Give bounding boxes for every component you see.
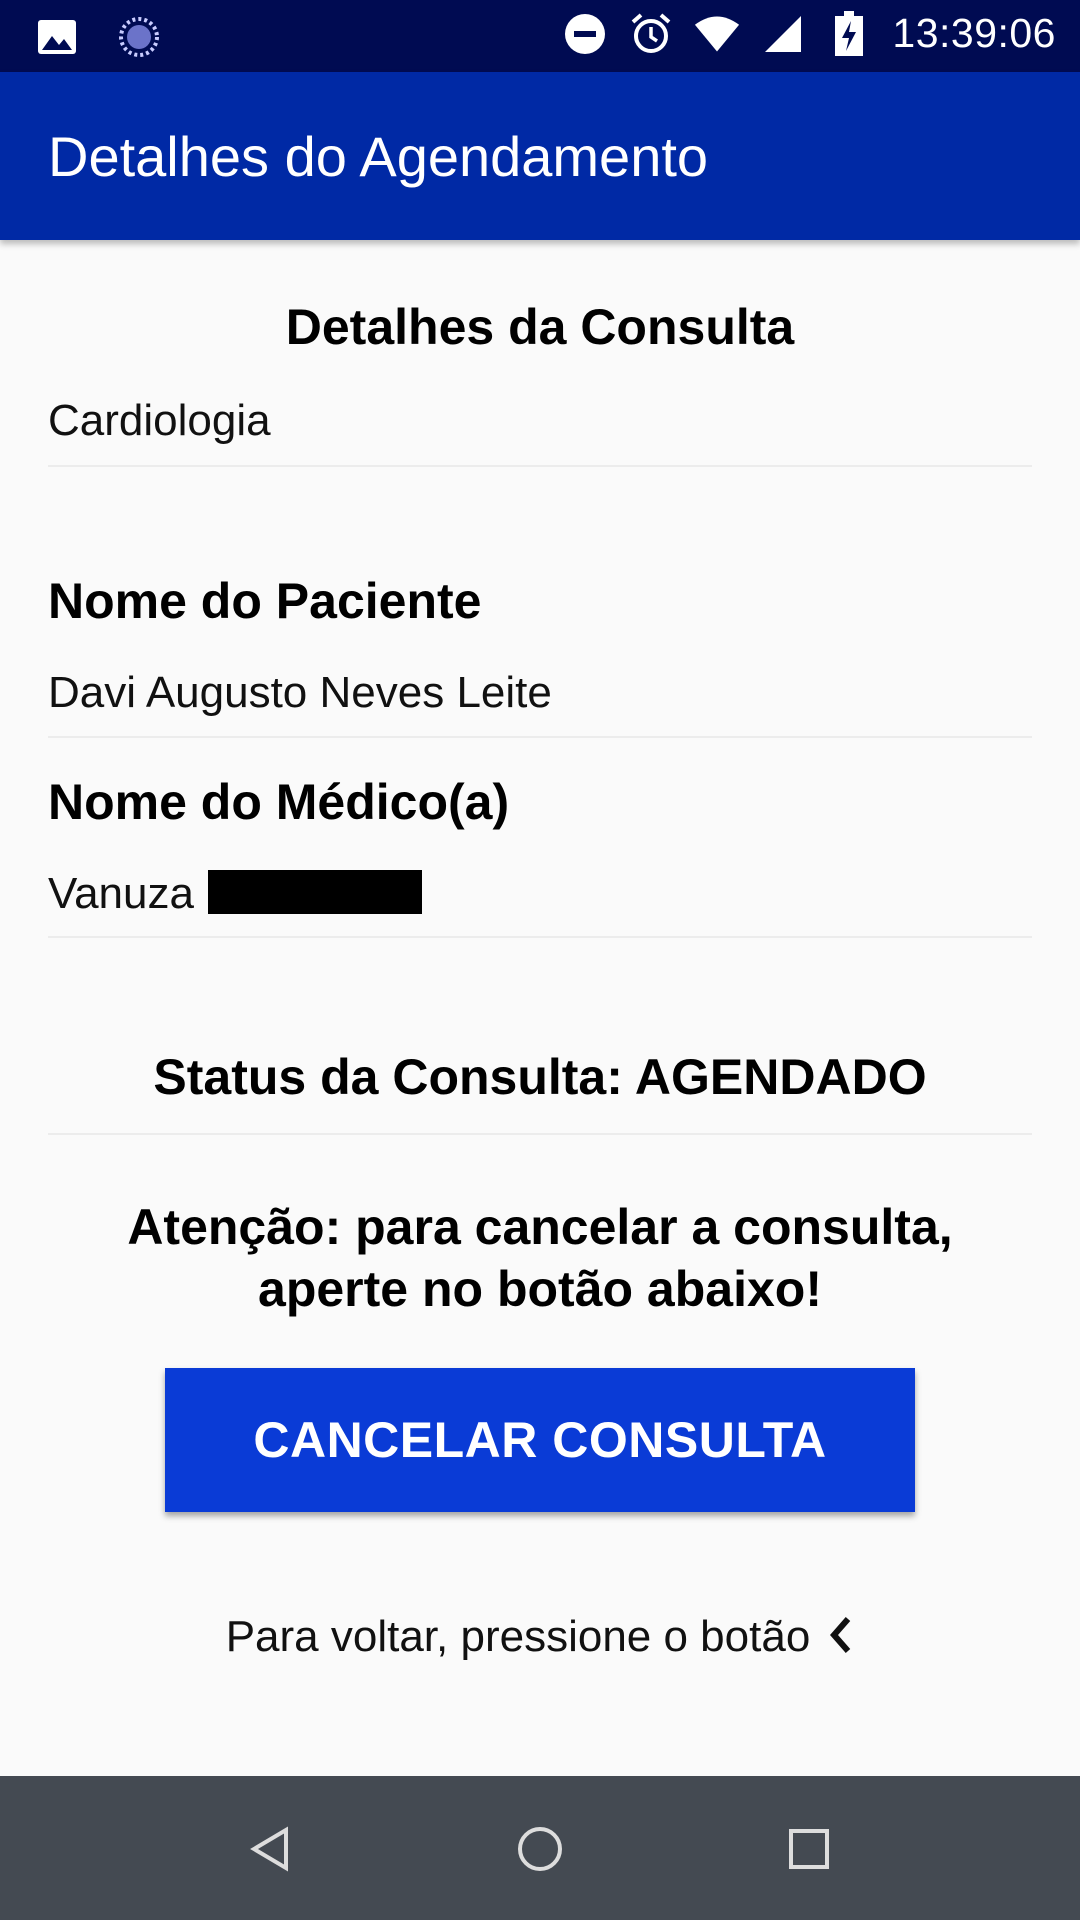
- back-hint: Para voltar, pressione o botão: [0, 1612, 1080, 1666]
- chevron-left-icon: [828, 1615, 854, 1666]
- doctor-name: Vanuza: [48, 869, 194, 918]
- nav-recents-icon[interactable]: [774, 1814, 844, 1884]
- battery-charging-icon: [826, 10, 872, 57]
- patient-label: Nome do Paciente: [48, 573, 482, 629]
- cancel-consultation-button[interactable]: CANCELAR CONSULTA: [165, 1368, 915, 1512]
- attention-line-2: aperte no botão abaixo!: [258, 1261, 822, 1317]
- consulta-heading: Detalhes da Consulta: [285, 299, 795, 355]
- divider: [48, 736, 1032, 738]
- patient-name: Davi Augusto Neves Leite: [48, 668, 552, 717]
- wifi-icon: [694, 11, 740, 57]
- back-hint-text: Para voltar, pressione o botão: [225, 1612, 811, 1661]
- page-title: Detalhes do Agendamento: [48, 125, 709, 188]
- status-time: 13:39:06: [892, 10, 1056, 56]
- status-bar: 13:39:06: [0, 0, 1080, 72]
- alarm-icon: [628, 11, 674, 57]
- nav-back-icon[interactable]: [236, 1814, 306, 1884]
- attention-message: Atenção: para cancelar a consulta, apert…: [0, 1196, 1080, 1320]
- divider: [48, 465, 1032, 467]
- sync-icon: [116, 14, 162, 60]
- doctor-name-row: Vanuza: [48, 869, 422, 919]
- specialty-value: Cardiologia: [48, 396, 271, 445]
- do-not-disturb-icon: [562, 11, 608, 57]
- redacted-block: [207, 870, 422, 914]
- app-bar: Detalhes do Agendamento: [0, 72, 1080, 240]
- attention-line-1: Atenção: para cancelar a consulta,: [127, 1199, 953, 1255]
- nav-home-icon[interactable]: [505, 1814, 575, 1884]
- status-text: Status da Consulta: AGENDADO: [153, 1049, 927, 1105]
- doctor-label: Nome do Médico(a): [48, 774, 510, 830]
- signal-icon: [760, 11, 806, 57]
- divider: [48, 936, 1032, 938]
- navigation-bar: [0, 1776, 1080, 1920]
- divider: [48, 1133, 1032, 1135]
- image-icon: [34, 14, 80, 60]
